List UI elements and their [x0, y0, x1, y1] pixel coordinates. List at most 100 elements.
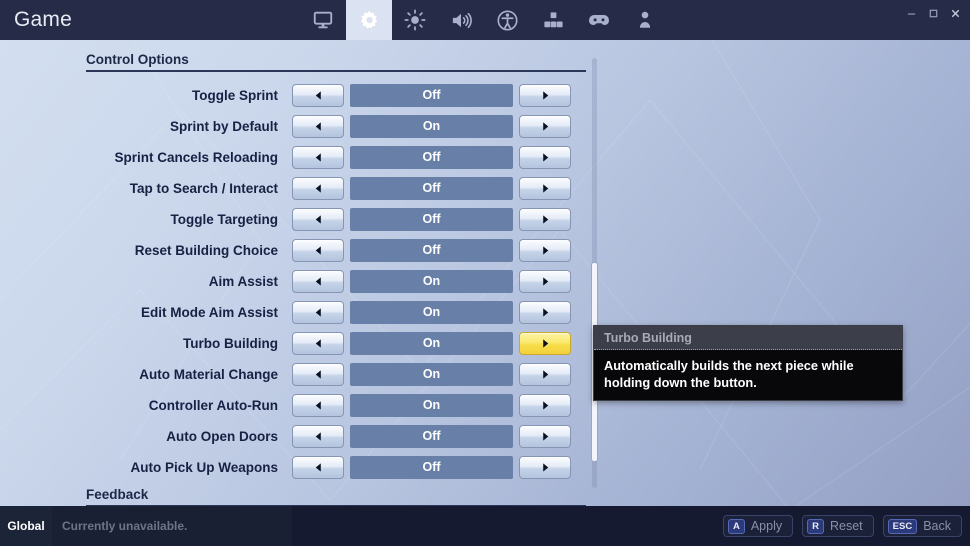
setting-value[interactable]: Off [350, 176, 513, 200]
minimize-icon [906, 8, 917, 19]
setting-value[interactable]: On [350, 362, 513, 386]
nav-game-settings[interactable] [346, 0, 392, 40]
decrement-button[interactable] [292, 300, 344, 324]
decrement-button[interactable] [292, 331, 344, 355]
accessibility-icon [496, 9, 519, 32]
decrement-button[interactable] [292, 207, 344, 231]
setting-label: Auto Open Doors [166, 428, 278, 444]
account-icon [634, 9, 656, 31]
decrement-button[interactable] [292, 455, 344, 479]
setting-label: Auto Material Change [139, 366, 278, 382]
setting-value[interactable]: Off [350, 238, 513, 262]
decrement-button[interactable] [292, 83, 344, 107]
increment-button[interactable] [519, 176, 571, 200]
settings-panel: Control Options Toggle Sprint Off Sprint… [0, 40, 970, 506]
increment-button[interactable] [519, 362, 571, 386]
tooltip-body: Automatically builds the next piece whil… [604, 358, 854, 390]
increment-button[interactable] [519, 114, 571, 138]
setting-row-toggle-targeting: Toggle Targeting Off [0, 205, 600, 233]
setting-value[interactable]: Off [350, 207, 513, 231]
decrement-button[interactable] [292, 145, 344, 169]
key-badge-a: A [727, 518, 745, 534]
status-text: Currently unavailable. [62, 519, 188, 533]
bottom-bar: Global Currently unavailable. A Apply R … [0, 506, 970, 546]
title-bar: Game [0, 0, 970, 40]
setting-row-auto-open-doors: Auto Open Doors Off [0, 422, 600, 450]
category-nav [300, 0, 668, 40]
page-title: Game [14, 8, 72, 31]
setting-row-tap-to-search-interact: Tap to Search / Interact Off [0, 174, 600, 202]
setting-value[interactable]: Off [350, 455, 513, 479]
setting-value[interactable]: On [350, 114, 513, 138]
decrement-button[interactable] [292, 176, 344, 200]
setting-value[interactable]: Off [350, 83, 513, 107]
setting-value[interactable]: On [350, 393, 513, 417]
bottom-actions: A Apply R Reset ESC Back [722, 515, 962, 537]
audio-speaker-icon [450, 9, 473, 32]
setting-row-sprint-by-default: Sprint by Default On [0, 112, 600, 140]
apply-button[interactable]: A Apply [722, 515, 794, 537]
decrement-button[interactable] [292, 362, 344, 386]
nav-gamepad[interactable] [576, 0, 622, 40]
minimize-button[interactable] [900, 2, 922, 24]
setting-value[interactable]: On [350, 300, 513, 324]
scope-badge-global: Global [0, 506, 52, 546]
reset-button[interactable]: R Reset [802, 515, 874, 537]
decrement-button[interactable] [292, 238, 344, 262]
nav-account[interactable] [622, 0, 668, 40]
setting-row-edit-mode-aim-assist: Edit Mode Aim Assist On [0, 298, 600, 326]
maximize-button[interactable] [922, 2, 944, 24]
window-controls [900, 0, 966, 26]
setting-value[interactable]: Off [350, 424, 513, 448]
close-button[interactable] [944, 2, 966, 24]
key-badge-esc: ESC [887, 518, 918, 534]
decrement-button[interactable] [292, 393, 344, 417]
section-header-feedback: Feedback [86, 487, 586, 506]
setting-row-aim-assist: Aim Assist On [0, 267, 600, 295]
maximize-icon [928, 8, 939, 19]
tooltip: Turbo Building Automatically builds the … [593, 325, 903, 401]
setting-label: Reset Building Choice [134, 242, 278, 258]
close-icon [950, 8, 961, 19]
gamepad-icon [587, 8, 611, 32]
setting-label: Tap to Search / Interact [129, 180, 278, 196]
setting-value[interactable]: On [350, 331, 513, 355]
setting-row-turbo-building: Turbo Building On [0, 329, 600, 357]
increment-button[interactable] [519, 300, 571, 324]
nav-accessibility[interactable] [484, 0, 530, 40]
decrement-button[interactable] [292, 424, 344, 448]
section-header-control-options: Control Options [86, 52, 586, 72]
brightness-icon [404, 9, 426, 31]
settings-scroll-area[interactable]: Control Options Toggle Sprint Off Sprint… [0, 40, 600, 506]
decrement-button[interactable] [292, 269, 344, 293]
setting-row-reset-building-choice: Reset Building Choice Off [0, 236, 600, 264]
back-button[interactable]: ESC Back [882, 515, 962, 537]
setting-label: Controller Auto-Run [148, 397, 278, 413]
setting-row-toggle-sprint: Toggle Sprint Off [0, 81, 600, 109]
increment-button[interactable] [519, 424, 571, 448]
setting-row-sprint-cancels-reloading: Sprint Cancels Reloading Off [0, 143, 600, 171]
increment-button[interactable] [519, 269, 571, 293]
increment-button[interactable] [519, 393, 571, 417]
setting-label: Toggle Targeting [170, 211, 279, 227]
nav-keybinds[interactable] [530, 0, 576, 40]
nav-audio[interactable] [438, 0, 484, 40]
increment-button[interactable] [519, 83, 571, 107]
decrement-button[interactable] [292, 114, 344, 138]
nav-brightness[interactable] [392, 0, 438, 40]
setting-label: Sprint by Default [169, 118, 278, 134]
increment-button[interactable] [519, 207, 571, 231]
increment-button[interactable] [519, 455, 571, 479]
setting-row-auto-material-change: Auto Material Change On [0, 360, 600, 388]
setting-row-controller-auto-run: Controller Auto-Run On [0, 391, 600, 419]
setting-label: Turbo Building [183, 335, 278, 351]
setting-label: Toggle Sprint [192, 87, 278, 103]
increment-button[interactable] [519, 145, 571, 169]
nav-display-monitor[interactable] [300, 0, 346, 40]
setting-value[interactable]: On [350, 269, 513, 293]
increment-button[interactable] [519, 238, 571, 262]
setting-value[interactable]: Off [350, 145, 513, 169]
back-label: Back [923, 519, 951, 533]
increment-button-focused[interactable] [519, 331, 571, 355]
status-zone: Currently unavailable. [52, 506, 292, 546]
